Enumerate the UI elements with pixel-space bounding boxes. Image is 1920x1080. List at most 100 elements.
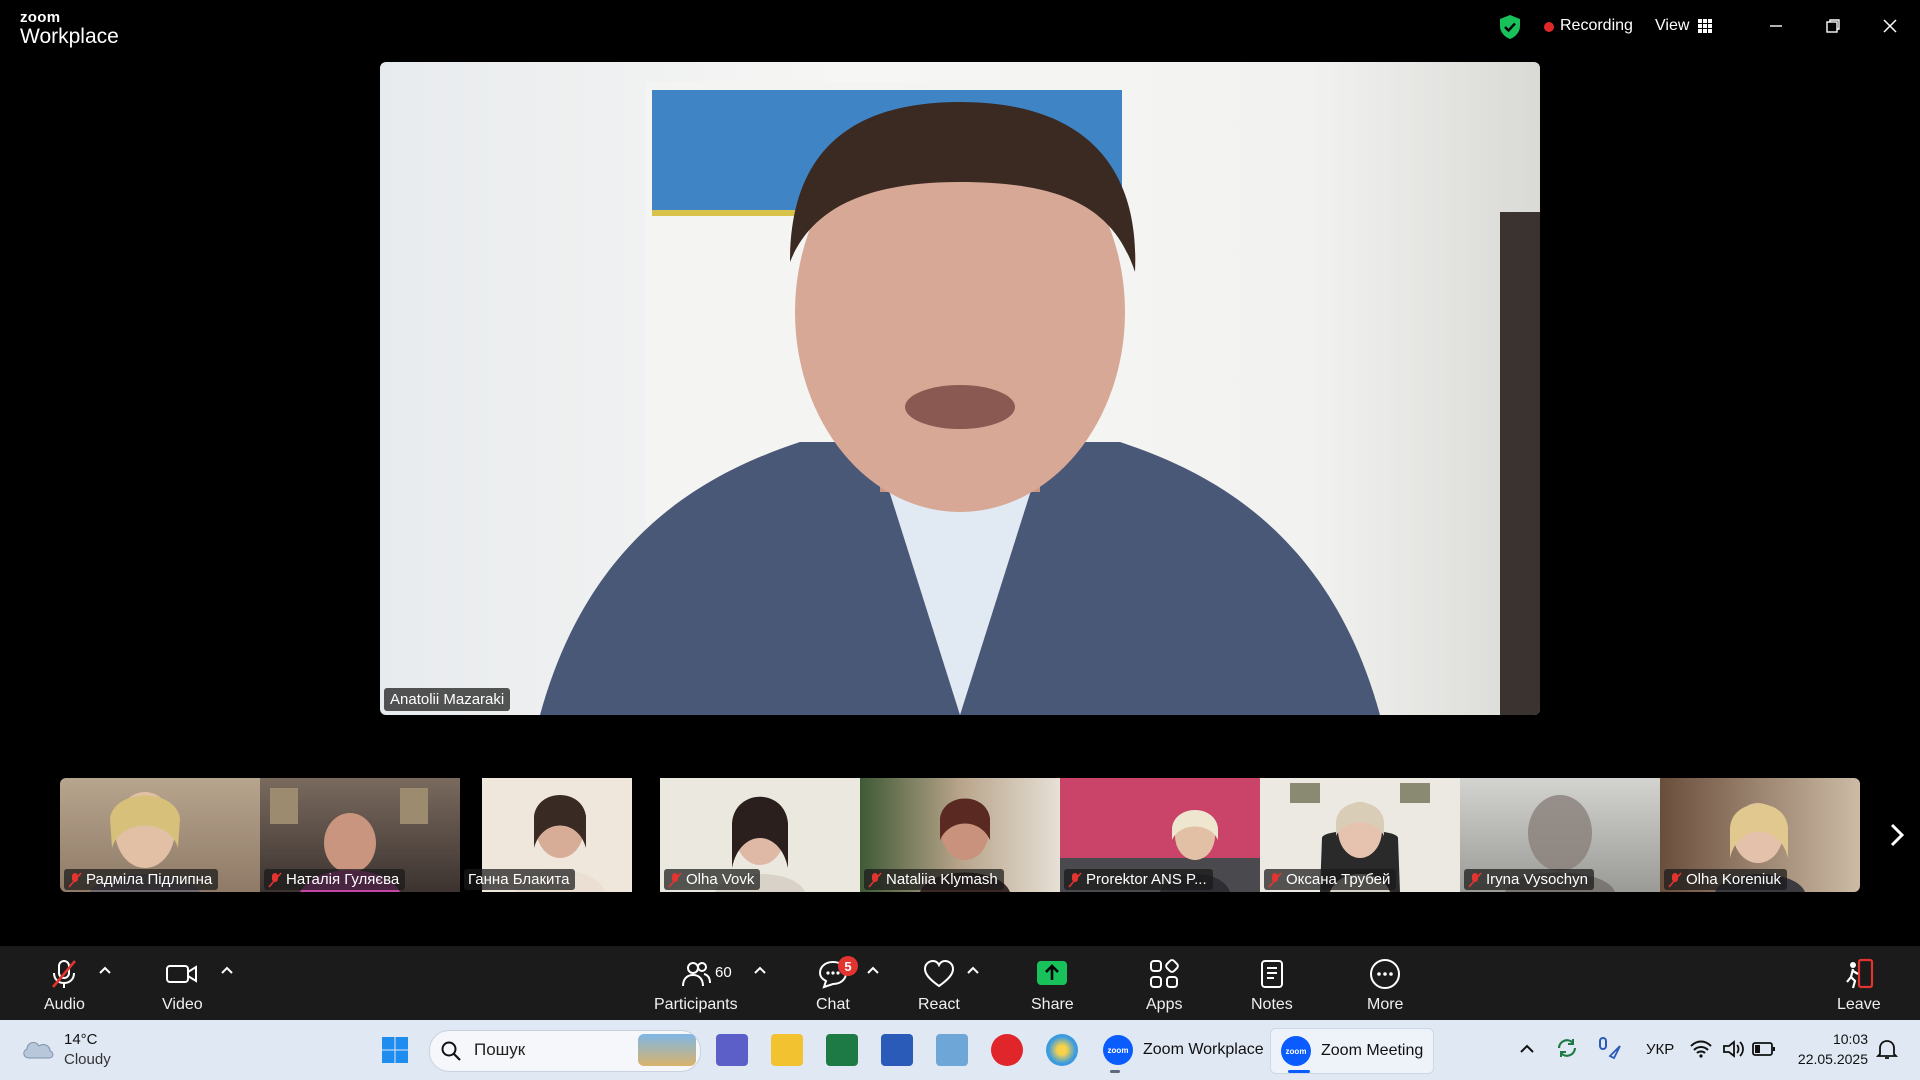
- minimize-icon: [1770, 25, 1782, 27]
- recording-label[interactable]: Recording: [1560, 17, 1633, 35]
- weather-condition[interactable]: Cloudy: [64, 1051, 111, 1068]
- restore-button[interactable]: [1813, 12, 1853, 40]
- weather-temperature[interactable]: 14°C: [64, 1031, 98, 1048]
- search-highlight-image: [638, 1034, 696, 1066]
- windows-start-icon[interactable]: [380, 1035, 410, 1065]
- chat-unread-badge: 5: [838, 956, 858, 976]
- zoom-logo-icon: zoom: [1103, 1035, 1133, 1065]
- apps-button[interactable]: Apps: [1146, 958, 1182, 1014]
- participant-name: Оксана Трубей: [1286, 871, 1391, 888]
- clock-time[interactable]: 10:03: [1790, 1031, 1868, 1047]
- participant-name-tag: Prorektor ANS P...: [1064, 869, 1213, 890]
- video-button[interactable]: Video: [162, 958, 203, 1014]
- mic-muted-icon: [868, 871, 882, 888]
- chat-label: Chat: [816, 996, 850, 1013]
- heart-icon: [923, 959, 954, 988]
- audio-options-chevron-up-icon[interactable]: [97, 962, 113, 978]
- notes-icon: [1260, 960, 1283, 988]
- react-button[interactable]: React: [918, 958, 960, 1014]
- participant-tile[interactable]: Оксана Трубей: [1260, 778, 1460, 892]
- volume-icon[interactable]: [1722, 1039, 1746, 1059]
- view-label: View: [1655, 17, 1690, 34]
- participant-name-tag: Радміла Підлипна: [64, 869, 219, 890]
- participant-name-tag: Olha Vovk: [664, 869, 761, 890]
- wifi-icon[interactable]: [1690, 1040, 1712, 1058]
- search-icon: [441, 1041, 461, 1061]
- participants-label: Participants: [654, 996, 738, 1013]
- zoom-meeting-label: Zoom Meeting: [1321, 1042, 1424, 1059]
- zoom-workplace-label: Zoom Workplace: [1143, 1041, 1264, 1058]
- chat-options-chevron-up-icon[interactable]: [865, 962, 881, 978]
- active-indicator: [1288, 1070, 1310, 1073]
- browser-app-icon[interactable]: [1046, 1034, 1078, 1066]
- share-screen-icon: [1037, 961, 1068, 985]
- apps-label: Apps: [1146, 996, 1183, 1013]
- running-indicator: [1110, 1070, 1120, 1073]
- chevron-right-icon[interactable]: [1884, 820, 1910, 850]
- sync-icon[interactable]: [1555, 1036, 1579, 1060]
- mic-muted-icon: [1468, 871, 1482, 888]
- cloudy-weather-icon[interactable]: [20, 1036, 56, 1062]
- main-speaker-video[interactable]: [380, 62, 1540, 715]
- participant-name-tag: Наталія Гуляєва: [264, 869, 406, 890]
- participant-tile[interactable]: Olha Koreniuk: [1660, 778, 1860, 892]
- react-label: React: [918, 996, 960, 1013]
- mic-muted-icon: [1668, 871, 1682, 888]
- notifications-bell-icon[interactable]: [1876, 1038, 1898, 1060]
- participant-name: Olha Vovk: [686, 871, 755, 888]
- participant-tile[interactable]: Olha Vovk: [660, 778, 860, 892]
- word-app-icon[interactable]: [881, 1034, 913, 1066]
- participant-tile[interactable]: Iryna Vysochyn: [1460, 778, 1660, 892]
- shield-check-icon[interactable]: [1498, 14, 1522, 40]
- participant-name-tag: Iryna Vysochyn: [1464, 869, 1594, 890]
- participant-tile[interactable]: Nataliia Klymash: [860, 778, 1060, 892]
- microphone-location-icon[interactable]: [1596, 1036, 1622, 1060]
- participant-name: Nataliia Klymash: [886, 871, 998, 888]
- participant-tile[interactable]: Prorektor ANS P...: [1060, 778, 1260, 892]
- restore-icon: [1826, 19, 1840, 33]
- video-label: Video: [162, 996, 203, 1013]
- participant-name-tag: Ганна Блакита: [464, 869, 576, 890]
- excel-app-icon[interactable]: [826, 1034, 858, 1066]
- antivirus-app-icon[interactable]: [991, 1034, 1023, 1066]
- video-options-chevron-up-icon[interactable]: [219, 962, 235, 978]
- more-button[interactable]: More: [1367, 958, 1403, 1014]
- meeting-toolbar: [0, 946, 1920, 1020]
- show-hidden-icons-chevron-icon[interactable]: [1518, 1040, 1536, 1058]
- battery-icon[interactable]: [1752, 1041, 1776, 1057]
- recording-dot-icon: [1544, 22, 1554, 32]
- search-placeholder: Пошук: [474, 1040, 526, 1059]
- clock-date[interactable]: 22.05.2025: [1790, 1051, 1868, 1067]
- participants-options-chevron-up-icon[interactable]: [752, 962, 768, 978]
- react-options-chevron-up-icon[interactable]: [965, 962, 981, 978]
- share-button[interactable]: Share: [1031, 958, 1074, 1014]
- taskbar-zoom-meeting[interactable]: zoom Zoom Meeting: [1270, 1028, 1435, 1074]
- participant-tile[interactable]: Наталія Гуляєва: [260, 778, 460, 892]
- zoom-workplace-logo: zoom Workplace: [20, 10, 119, 47]
- leave-button[interactable]: Leave: [1837, 958, 1881, 1014]
- more-options-icon: [1370, 959, 1401, 989]
- leave-door-icon: [1845, 958, 1873, 989]
- participant-name: Радміла Підлипна: [86, 871, 213, 888]
- file-explorer-icon[interactable]: [771, 1034, 803, 1066]
- participant-name-tag: Olha Koreniuk: [1664, 869, 1788, 890]
- participant-name: Olha Koreniuk: [1686, 871, 1782, 888]
- mic-muted-icon: [1068, 871, 1082, 888]
- participant-tile[interactable]: Ганна Блакита: [460, 778, 660, 892]
- microphone-muted-icon: [52, 960, 77, 988]
- minimize-button[interactable]: [1756, 12, 1796, 40]
- teams-app-icon[interactable]: [716, 1034, 748, 1066]
- notes-button[interactable]: Notes: [1251, 958, 1293, 1014]
- leave-label: Leave: [1837, 996, 1881, 1013]
- photos-app-icon[interactable]: [936, 1034, 968, 1066]
- more-label: More: [1367, 996, 1404, 1013]
- audio-button[interactable]: Audio: [44, 958, 85, 1014]
- keyboard-language-indicator[interactable]: УКР: [1646, 1041, 1674, 1058]
- logo-zoom-text: zoom: [20, 9, 61, 26]
- view-button[interactable]: View: [1655, 17, 1713, 35]
- taskbar-zoom-workplace[interactable]: zoom Zoom Workplace: [1093, 1028, 1274, 1072]
- audio-label: Audio: [44, 996, 85, 1013]
- close-button[interactable]: [1870, 12, 1910, 40]
- participant-tile[interactable]: Радміла Підлипна: [60, 778, 260, 892]
- mic-muted-icon: [268, 871, 282, 888]
